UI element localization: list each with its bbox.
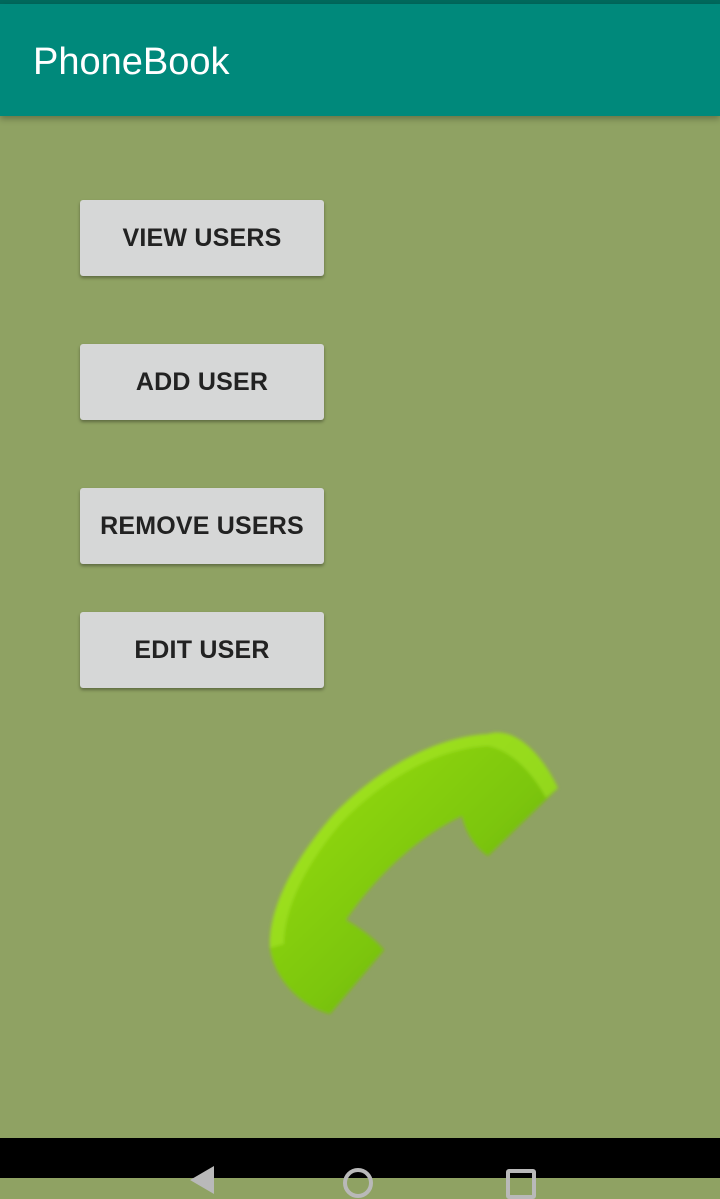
back-icon[interactable]: [190, 1166, 214, 1194]
edit-user-button[interactable]: EDIT USER: [80, 612, 324, 688]
home-icon[interactable]: [343, 1168, 373, 1198]
app-bar: PhoneBook: [0, 4, 720, 116]
app-title: PhoneBook: [33, 41, 230, 83]
recents-icon[interactable]: [506, 1169, 536, 1199]
phone-handset-icon: [269, 732, 558, 1014]
navigation-bar: [0, 1138, 720, 1199]
remove-users-button[interactable]: REMOVE USERS: [80, 488, 324, 564]
view-users-button[interactable]: VIEW USERS: [80, 200, 324, 276]
main-content: VIEW USERS ADD USER REMOVE USERS EDIT US…: [0, 116, 720, 1138]
add-user-button[interactable]: ADD USER: [80, 344, 324, 420]
